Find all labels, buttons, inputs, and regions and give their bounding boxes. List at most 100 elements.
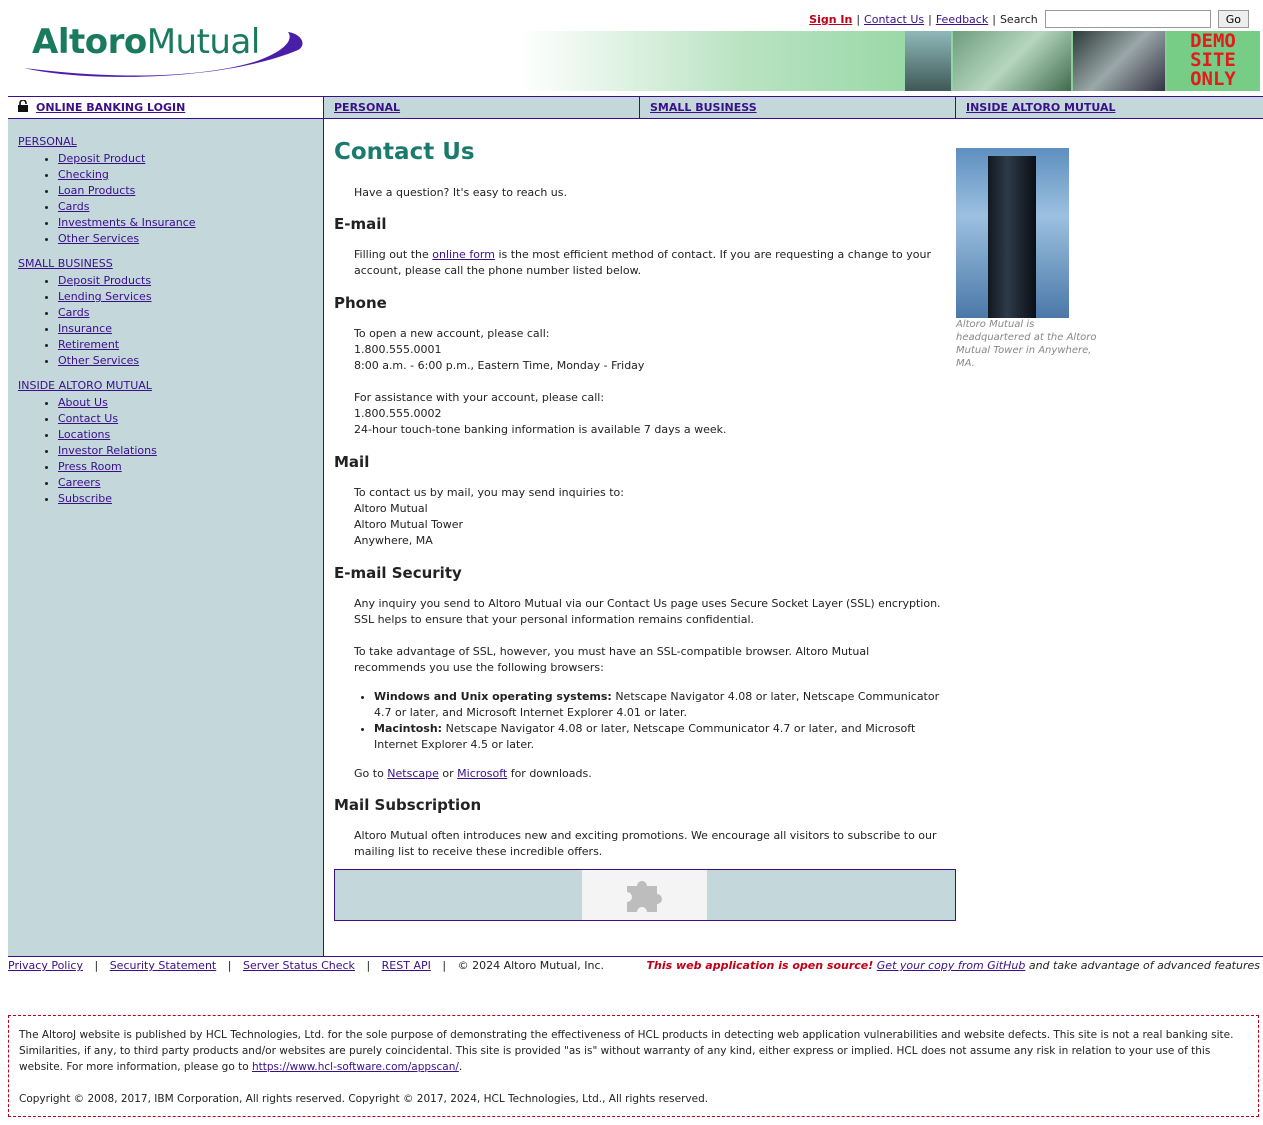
sidebar-link-subscribe[interactable]: Subscribe [58, 492, 112, 505]
sidebar-link-investments-insurance[interactable]: Investments & Insurance [58, 216, 196, 229]
sidebar-item: Careers [58, 475, 157, 491]
top-utility-links: Sign In | Contact Us | Feedback | Search… [809, 9, 1249, 29]
sign-in-link[interactable]: Sign In [809, 13, 852, 26]
sidebar-item: Press Room [58, 459, 157, 475]
phone-number: 1.800.555.0001 [354, 343, 442, 356]
sidebar-link-cards[interactable]: Cards [58, 200, 89, 213]
goto-or-text: or [438, 767, 458, 780]
disclaimer-body: The AltoroJ website is published by HCL … [19, 1029, 1234, 1073]
open-source-notice: This web application is open source! Get… [647, 959, 1261, 973]
server-status-link[interactable]: Server Status Check [243, 959, 355, 972]
subscription-text: Altoro Mutual often introduces new and e… [354, 829, 937, 858]
security-statement-link[interactable]: Security Statement [110, 959, 217, 972]
browser-text: Netscape Navigator 4.08 or later, Netsca… [374, 722, 916, 751]
sidebar-small-business-list: Deposit Products Lending Services Cards … [38, 273, 152, 369]
sidebar-item: Retirement [58, 337, 152, 353]
security-paragraph-2: To take advantage of SSL, however, you m… [354, 645, 870, 674]
sidebar-link-other-services[interactable]: Other Services [58, 232, 139, 245]
demo-line: ONLY [1190, 68, 1236, 90]
sidebar-link-insurance[interactable]: Insurance [58, 322, 112, 335]
search-go-button[interactable]: Go [1217, 10, 1249, 28]
rest-api-link[interactable]: REST API [382, 959, 431, 972]
banner-photo-keyboard [953, 31, 1071, 91]
hcl-appscan-link[interactable]: https://www.hcl-software.com/appscan/ [252, 1061, 459, 1073]
phone-hours: 8:00 a.m. - 6:00 p.m., Eastern Time, Mon… [354, 359, 645, 372]
goto-text: Go to [354, 767, 388, 780]
altoro-tower-photo [956, 148, 1069, 318]
nav-online-banking-login: ONLINE BANKING LOGIN [8, 97, 323, 118]
banner-photo-woman [905, 31, 951, 91]
nav-tab-inside-altoro: INSIDE ALTORO MUTUAL [955, 97, 1263, 118]
sidebar-link-lending-services[interactable]: Lending Services [58, 290, 152, 303]
sidebar-link-checking[interactable]: Checking [58, 168, 109, 181]
sidebar-section-small-business[interactable]: SMALL BUSINESS [18, 257, 113, 270]
altoro-mutual-logo[interactable]: AltoroMutual [22, 20, 304, 82]
sidebar-item: About Us [58, 395, 157, 411]
sidebar-link-deposit-product[interactable]: Deposit Product [58, 152, 145, 165]
page-title: Contact Us [334, 139, 475, 165]
subscription-frame[interactable] [334, 869, 956, 921]
nav-personal-link[interactable]: PERSONAL [334, 101, 400, 114]
nav-inside-altoro-link[interactable]: INSIDE ALTORO MUTUAL [966, 101, 1116, 114]
open-source-post: and take advantage of advanced features [1025, 959, 1260, 972]
sidebar-link-other-services[interactable]: Other Services [58, 354, 139, 367]
browser-os-label: Macintosh: [374, 722, 443, 735]
email-paragraph: Filling out the online form is the most … [354, 247, 944, 279]
sidebar-item: Deposit Product [58, 151, 196, 167]
sidebar-link-retirement[interactable]: Retirement [58, 338, 119, 351]
sidebar-section-personal[interactable]: PERSONAL [18, 135, 77, 148]
github-link[interactable]: Get your copy from GitHub [877, 959, 1026, 972]
tower-building-image [988, 156, 1036, 318]
footer-links: Privacy Policy | Security Statement | Se… [8, 959, 612, 972]
phone-new-account: To open a new account, please call: 1.80… [354, 326, 944, 374]
sidebar-link-careers[interactable]: Careers [58, 476, 101, 489]
email-heading: E-mail [334, 215, 387, 233]
disclaimer-box: The AltoroJ website is published by HCL … [8, 1015, 1259, 1117]
logo-wordmark: AltoroMutual [32, 22, 260, 62]
separator: | [856, 12, 861, 26]
netscape-link[interactable]: Netscape [387, 767, 439, 780]
open-source-text: This web application is open source! [646, 959, 874, 972]
sidebar-inside-list: About Us Contact Us Locations Investor R… [38, 395, 157, 507]
logo-regular-text: Mutual [146, 22, 261, 62]
sidebar-item: Subscribe [58, 491, 157, 507]
email-text-pre: Filling out the [354, 248, 433, 261]
footer-copyright: © 2024 Altoro Mutual, Inc. [457, 959, 604, 972]
separator: | [227, 959, 232, 972]
separator: | [992, 12, 996, 26]
sidebar-link-locations[interactable]: Locations [58, 428, 110, 441]
privacy-policy-link[interactable]: Privacy Policy [8, 959, 83, 972]
logo-bold-text: Altoro [32, 22, 147, 62]
footer: Privacy Policy | Security Statement | Se… [8, 959, 1263, 973]
sidebar-link-press-room[interactable]: Press Room [58, 460, 122, 473]
sidebar-link-cards[interactable]: Cards [58, 306, 89, 319]
sidebar-link-loan-products[interactable]: Loan Products [58, 184, 135, 197]
sidebar-item: Loan Products [58, 183, 196, 199]
security-paragraph-1: Any inquiry you send to Altoro Mutual vi… [354, 597, 941, 626]
search-input[interactable] [1044, 10, 1211, 28]
missing-plugin-placeholder [582, 870, 707, 920]
sidebar-link-contact-us[interactable]: Contact Us [58, 412, 118, 425]
sidebar-item: Investor Relations [58, 443, 157, 459]
phone-text: For assistance with your account, please… [354, 391, 605, 404]
contact-us-link[interactable]: Contact Us [864, 13, 924, 26]
sidebar-item: Contact Us [58, 411, 157, 427]
sidebar-section-inside-altoro[interactable]: INSIDE ALTORO MUTUAL [18, 379, 152, 392]
sidebar-item: Lending Services [58, 289, 152, 305]
browser-os-label: Windows and Unix operating systems: [374, 690, 612, 703]
email-security-heading: E-mail Security [334, 564, 462, 582]
sidebar-item: Locations [58, 427, 157, 443]
sidebar-item: Cards [58, 199, 196, 215]
microsoft-link[interactable]: Microsoft [457, 767, 507, 780]
sidebar-link-deposit-products[interactable]: Deposit Products [58, 274, 151, 287]
sidebar-item: Cards [58, 305, 152, 321]
sidebar-link-about-us[interactable]: About Us [58, 396, 108, 409]
mail-text: To contact us by mail, you may send inqu… [354, 486, 624, 499]
nav-small-business-link[interactable]: SMALL BUSINESS [650, 101, 757, 114]
feedback-link[interactable]: Feedback [936, 13, 988, 26]
online-form-link[interactable]: online form [432, 248, 495, 261]
sidebar-link-investor-relations[interactable]: Investor Relations [58, 444, 157, 457]
online-banking-login-link[interactable]: ONLINE BANKING LOGIN [36, 101, 185, 114]
separator: | [442, 959, 447, 972]
mail-text: Altoro Mutual Tower [354, 518, 464, 531]
